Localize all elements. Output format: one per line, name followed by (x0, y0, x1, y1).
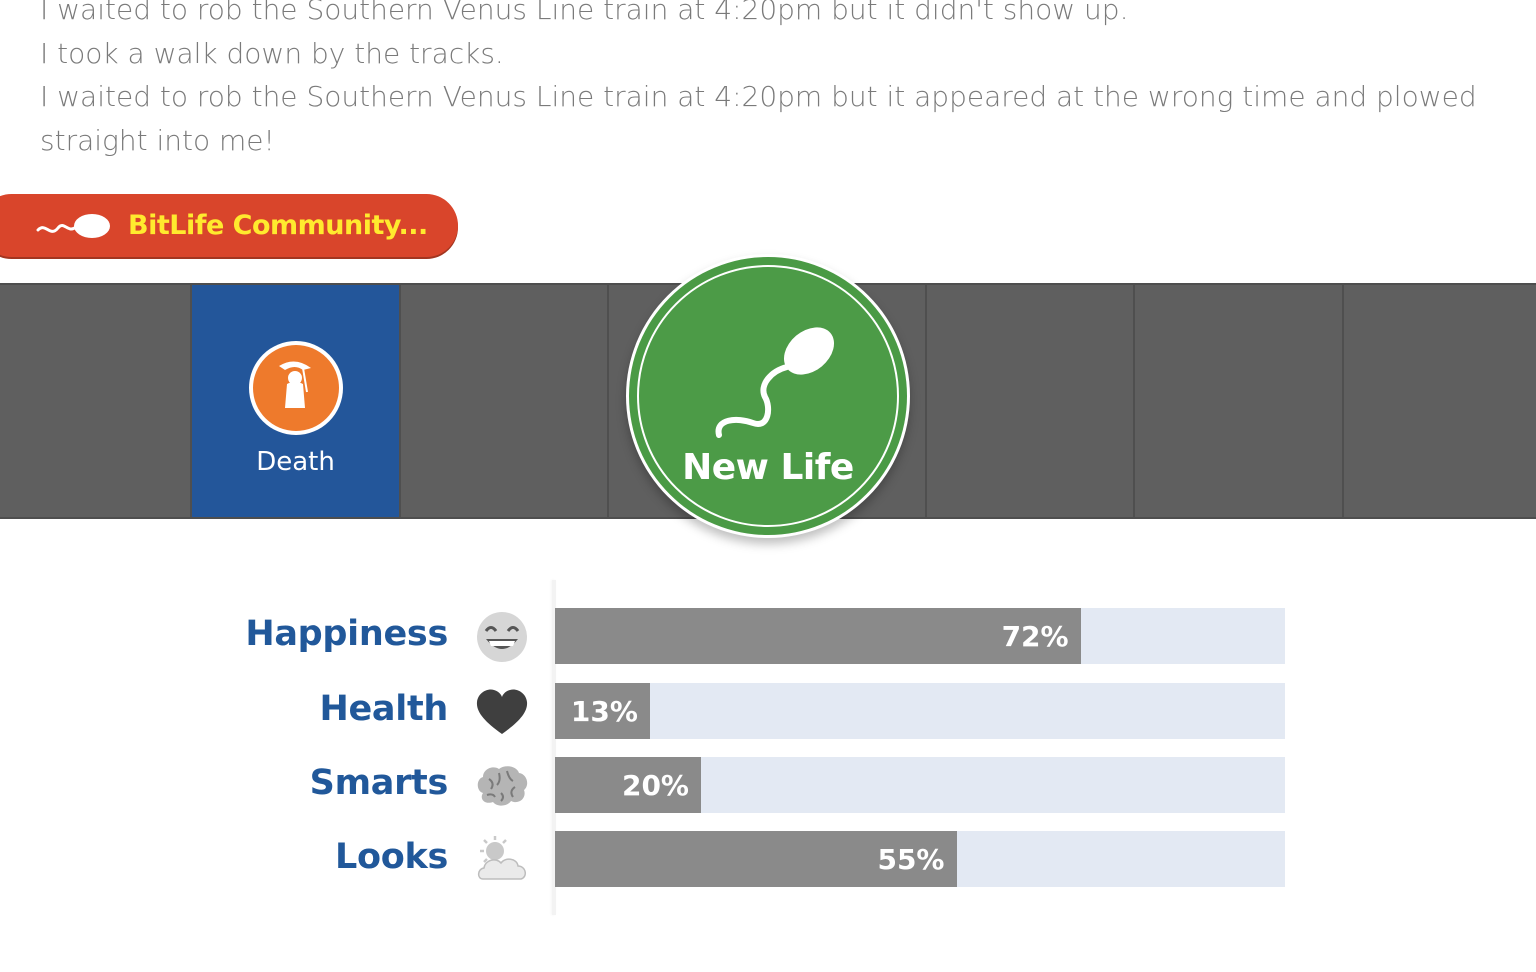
sun-behind-cloud-icon (474, 832, 530, 888)
action-slot-empty (1135, 285, 1344, 517)
grinning-face-icon (474, 609, 530, 665)
stat-bar-track: 55% (555, 831, 1285, 887)
sperm-icon (36, 213, 110, 238)
life-log: I waited to rob the Southern Venus Line … (40, 0, 1480, 162)
stat-row-happiness: Happiness 72% (0, 608, 1536, 664)
action-slot-empty (401, 285, 609, 517)
stat-name: Looks (334, 837, 448, 877)
sperm-icon (715, 327, 835, 438)
stat-value: 13% (570, 695, 638, 728)
log-entry: I waited to rob the Southern Venus Line … (40, 0, 1129, 26)
new-life-label: New Life (682, 447, 854, 488)
death-button-label: Death (256, 447, 335, 477)
action-slot-empty (1344, 285, 1536, 517)
new-life-button[interactable]: New Life (626, 254, 910, 538)
brain-icon (474, 758, 530, 814)
grim-reaper-icon (248, 341, 343, 435)
action-slot-empty (927, 285, 1135, 517)
heart-icon (474, 684, 530, 740)
bitlife-screen: I waited to rob the Southern Venus Line … (0, 0, 1536, 972)
action-slot-empty (0, 285, 192, 517)
stat-value: 72% (1001, 620, 1069, 653)
stat-name: Happiness (245, 614, 448, 654)
stat-value: 55% (877, 843, 945, 876)
stat-row-health: Health 13% (0, 683, 1536, 739)
log-entry: I took a walk down by the tracks. (40, 36, 504, 70)
stat-name: Smarts (309, 763, 449, 803)
stat-value: 20% (621, 769, 689, 802)
community-button[interactable]: BitLife Community... (0, 194, 458, 257)
stat-row-smarts: Smarts 20% (0, 757, 1536, 813)
stat-row-looks: Looks 55% (0, 831, 1536, 887)
stat-bar-track: 72% (555, 608, 1285, 664)
community-button-label: BitLife Community... (128, 210, 428, 241)
stat-name: Health (319, 689, 449, 729)
stat-bar-track: 20% (555, 757, 1285, 813)
stat-bar-track: 13% (555, 683, 1285, 739)
log-entry: I waited to rob the Southern Venus Line … (40, 80, 1477, 157)
death-button[interactable]: Death (192, 285, 401, 517)
